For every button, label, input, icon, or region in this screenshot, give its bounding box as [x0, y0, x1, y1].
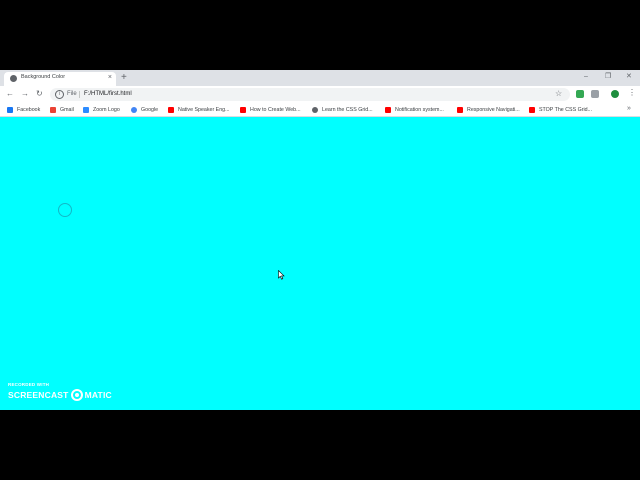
mouse-cursor-icon	[278, 270, 285, 280]
bookmark-facebook[interactable]: Facebook	[7, 106, 40, 114]
more-bookmarks-chevron-icon[interactable]: »	[627, 105, 631, 112]
url-text[interactable]: F:/HTML/first.html	[84, 91, 132, 97]
browser-toolbar: ← → ↻ i File F:/HTML/first.html ☆ ⋮	[0, 86, 640, 103]
bookmark-learn-css-grid[interactable]: Learn the CSS Grid...	[312, 106, 373, 114]
close-window-button[interactable]: ✕	[626, 71, 632, 83]
youtube-icon	[240, 107, 246, 113]
omnibox-divider	[79, 91, 80, 98]
screencast-logo-icon	[70, 389, 83, 401]
info-icon[interactable]: i	[55, 90, 64, 99]
screencast-o-matic-watermark: SCREENCAST MATIC	[8, 389, 112, 401]
tab-close-icon[interactable]: ×	[108, 73, 112, 83]
youtube-icon	[385, 107, 391, 113]
screen-recording-frame: Background Color × + – ❐ ✕ ← → ↻ i File …	[0, 70, 640, 410]
bookmark-native-speaker[interactable]: Native Speaker Eng...	[168, 106, 230, 114]
zoom-icon	[83, 107, 89, 113]
extension-triangle-icon[interactable]	[591, 90, 599, 98]
tab-background-color[interactable]: Background Color ×	[4, 72, 116, 86]
new-tab-button[interactable]: +	[121, 71, 127, 85]
forward-button[interactable]: →	[21, 89, 29, 99]
bookmark-notification-system[interactable]: Notification system...	[385, 106, 444, 114]
address-bar[interactable]: i File F:/HTML/first.html ☆	[50, 88, 570, 101]
watermark-recorded-with: RECORDED WITH	[8, 382, 50, 387]
extension-check-icon[interactable]	[611, 90, 619, 98]
youtube-icon	[168, 107, 174, 113]
bookmarks-bar: Facebook Gmail Zoom Logo Google Native S…	[0, 103, 640, 117]
watermark-brand-left: SCREENCAST	[8, 390, 69, 400]
google-icon	[131, 107, 137, 113]
globe-icon	[10, 75, 17, 82]
bookmark-stop-css-grid[interactable]: STOP The CSS Grid...	[529, 106, 592, 114]
minimize-button[interactable]: –	[584, 71, 588, 83]
bookmark-gmail[interactable]: Gmail	[50, 106, 74, 114]
restore-button[interactable]: ❐	[605, 71, 611, 83]
extension-shield-icon[interactable]	[576, 90, 584, 98]
globe-icon	[312, 107, 318, 113]
url-scheme: File	[67, 91, 77, 97]
bookmark-star-icon[interactable]: ☆	[555, 89, 562, 98]
back-button[interactable]: ←	[6, 89, 14, 99]
tab-strip: Background Color × + – ❐ ✕	[0, 70, 640, 86]
tab-title: Background Color	[21, 74, 66, 80]
gmail-icon	[50, 107, 56, 113]
click-indicator-ring	[58, 203, 72, 217]
browser-menu-icon[interactable]: ⋮	[628, 88, 636, 98]
bookmark-zoom-logo[interactable]: Zoom Logo	[83, 106, 120, 114]
reload-button[interactable]: ↻	[36, 89, 43, 99]
watermark-brand-right: MATIC	[84, 390, 112, 400]
bookmark-how-to-create[interactable]: How to Create Web...	[240, 106, 301, 114]
facebook-icon	[7, 107, 13, 113]
bookmark-google[interactable]: Google	[131, 106, 158, 114]
youtube-icon	[457, 107, 463, 113]
youtube-icon	[529, 107, 535, 113]
page-content	[0, 117, 640, 410]
bookmark-responsive-navigation[interactable]: Responsive Navigati...	[457, 106, 520, 114]
